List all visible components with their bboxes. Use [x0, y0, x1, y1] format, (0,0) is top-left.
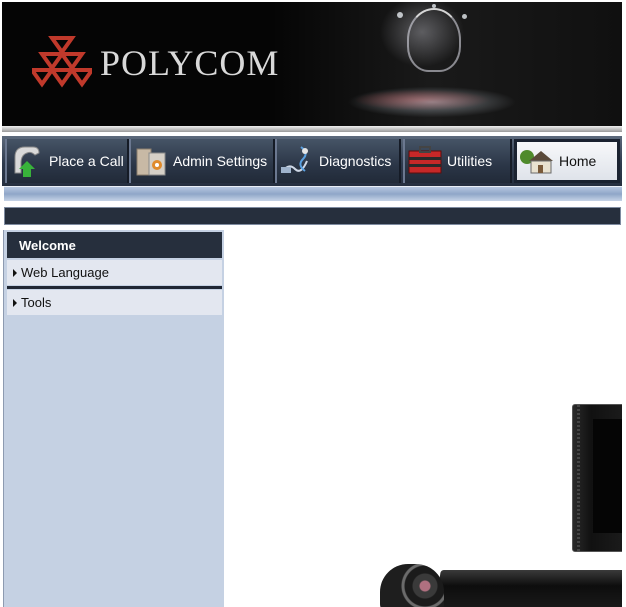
sidebar-item-label: Web Language — [21, 265, 109, 280]
polycom-logo-icon — [32, 36, 92, 88]
droplet — [432, 4, 436, 8]
droplet — [397, 12, 403, 18]
banner-divider — [2, 126, 622, 132]
nav-label: Place a Call — [49, 153, 124, 169]
sidebar-header: Welcome — [7, 232, 222, 258]
nav-label: Admin Settings — [173, 153, 268, 169]
nav-label: Utilities — [447, 153, 493, 169]
nav-utilities[interactable]: Utilities — [403, 139, 512, 183]
phone-icon — [14, 146, 40, 177]
diagnostics-icon — [281, 146, 308, 173]
nav-place-a-call[interactable]: Place a Call — [5, 139, 129, 183]
nav-label: Diagnostics — [319, 153, 392, 169]
camera-image — [380, 564, 444, 607]
sidebar-item-web-language[interactable]: Web Language — [7, 260, 222, 285]
sidebar: Welcome Web Language Tools — [3, 230, 224, 607]
monitor-screen — [593, 419, 622, 533]
nav-home[interactable]: Home — [514, 139, 620, 183]
codec-unit-image — [435, 570, 622, 607]
display-monitor-image — [572, 404, 622, 552]
header-banner: POLYCOM — [2, 2, 622, 126]
sub-nav-bar — [4, 207, 621, 225]
nav-diagnostics[interactable]: Diagnostics — [275, 139, 401, 183]
main-nav-bar: Place a Call Admin Settings Diagnostics … — [2, 136, 622, 186]
monitor-bezel — [577, 405, 580, 551]
caret-right-icon — [13, 298, 17, 307]
sidebar-divider — [7, 286, 222, 289]
nav-underline-bar — [4, 186, 622, 201]
home-icon — [520, 150, 553, 174]
droplet — [462, 14, 467, 19]
caret-right-icon — [13, 268, 17, 277]
splash-crown — [407, 8, 461, 72]
toolbox-icon — [408, 146, 442, 174]
nav-admin-settings[interactable]: Admin Settings — [129, 139, 275, 183]
sidebar-item-tools[interactable]: Tools — [7, 290, 222, 315]
nav-label: Home — [559, 153, 597, 169]
main-content — [224, 230, 622, 607]
brand-wordmark: POLYCOM — [100, 43, 280, 83]
sidebar-item-label: Tools — [21, 295, 52, 310]
admin-settings-icon — [136, 148, 166, 176]
